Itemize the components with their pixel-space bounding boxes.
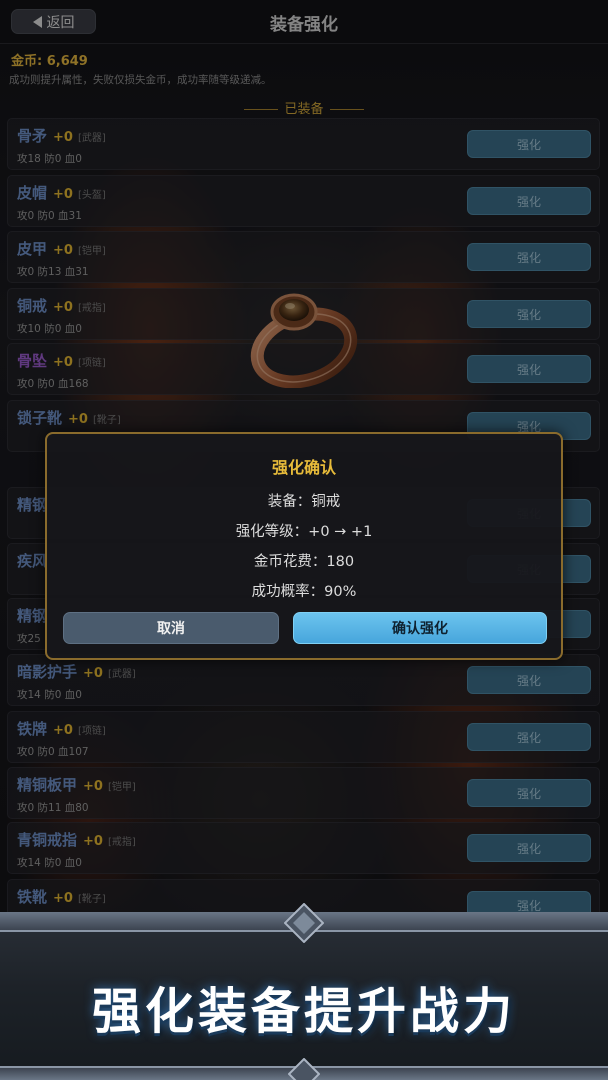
confirm-enhance-button[interactable]: 确认强化 [293, 612, 547, 644]
dialog-equipment: 装备：铜戒 [267, 494, 341, 510]
dialog-cost: 金币花费：180 [253, 554, 355, 570]
promo-slogan: 强化装备提升战力 [91, 983, 516, 1040]
diamond-ornament-icon [288, 1058, 320, 1080]
dialog-success-rate: 成功概率：90% [251, 584, 357, 600]
dialog-level-change: 强化等级：+0 → +1 [235, 524, 373, 540]
dialog-title: 强化确认 [271, 458, 336, 477]
diamond-ornament-icon [284, 903, 324, 943]
enhance-confirm-dialog: 强化确认 装备：铜戒 强化等级：+0 → +1 金币花费：180 成功概率：90… [45, 432, 563, 660]
cancel-button[interactable]: 取消 [63, 612, 279, 644]
